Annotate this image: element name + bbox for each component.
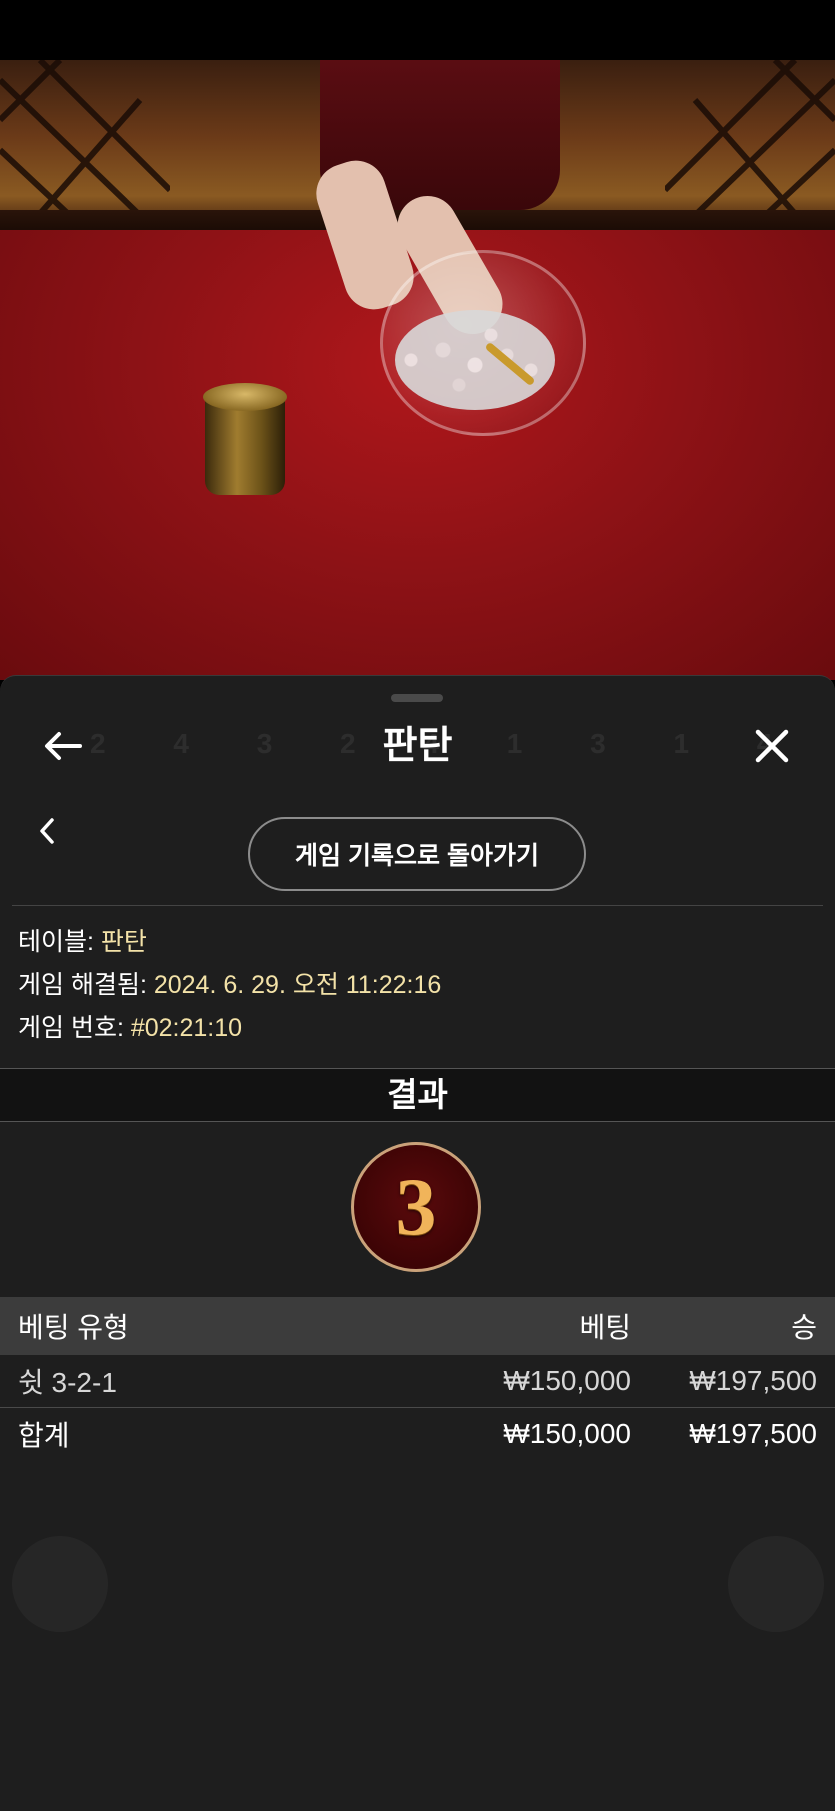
game-number-value: #02:21:10 [130, 1014, 243, 1042]
bet-type-cell: 쉿 3-2-1 [0, 1355, 443, 1408]
resolved-value: 2024. 6. 29. 오전 11:22:16 [153, 971, 442, 999]
page-title: 판탄 [382, 725, 453, 767]
back-to-history-button[interactable]: 게임 기록으로 돌아가기 [248, 817, 586, 891]
close-button[interactable] [742, 716, 802, 776]
resolved-info: 게임 해결됨: 2024. 6. 29. 오전 11:22:16 [18, 965, 441, 1005]
total-row: 합계 ₩150,000 ₩197,500 [0, 1408, 835, 1461]
total-win: ₩197,500 [689, 1418, 817, 1449]
header-win: 승 [791, 1312, 817, 1343]
drag-handle[interactable] [391, 694, 443, 702]
bets-table-header: 베팅 유형 베팅 승 [0, 1297, 835, 1355]
game-number-info: 게임 번호: #02:21:10 [18, 1008, 242, 1048]
table-info: 테이블: 판탄 [18, 922, 147, 962]
close-icon [755, 729, 789, 763]
table-value: 판탄 [100, 928, 147, 956]
background-grid-button [12, 1536, 108, 1632]
result-header: 결과 [0, 1068, 835, 1122]
chevron-left-icon [40, 818, 54, 844]
live-video-feed [0, 60, 835, 680]
header-bet: 베팅 [579, 1312, 631, 1343]
white-beads [395, 310, 555, 410]
total-bet: ₩150,000 [503, 1418, 631, 1449]
resolved-label: 게임 해결됨: [18, 971, 154, 999]
bets-table: 베팅 유형 베팅 승 쉿 3-2-1 ₩150,000 ₩197,500 합계 … [0, 1297, 835, 1460]
lattice-decoration-left [0, 60, 170, 225]
bet-amount-cell: ₩150,000 [443, 1355, 649, 1408]
table-label: 테이블: [18, 928, 101, 956]
status-bar [0, 0, 835, 60]
previous-game-button[interactable] [22, 806, 72, 856]
total-label: 합계 [18, 1420, 70, 1451]
back-to-history-label: 게임 기록으로 돌아가기 [295, 842, 539, 870]
win-amount-cell: ₩197,500 [649, 1355, 835, 1408]
background-menu-button [728, 1536, 824, 1632]
header-bet-type: 베팅 유형 [18, 1312, 129, 1343]
table-row: 쉿 3-2-1 ₩150,000 ₩197,500 [0, 1355, 835, 1408]
game-number-label: 게임 번호: [18, 1014, 131, 1042]
lattice-decoration-right [665, 60, 835, 225]
result-badge: 3 [351, 1142, 481, 1272]
brass-cup [203, 383, 287, 495]
divider [12, 905, 823, 906]
